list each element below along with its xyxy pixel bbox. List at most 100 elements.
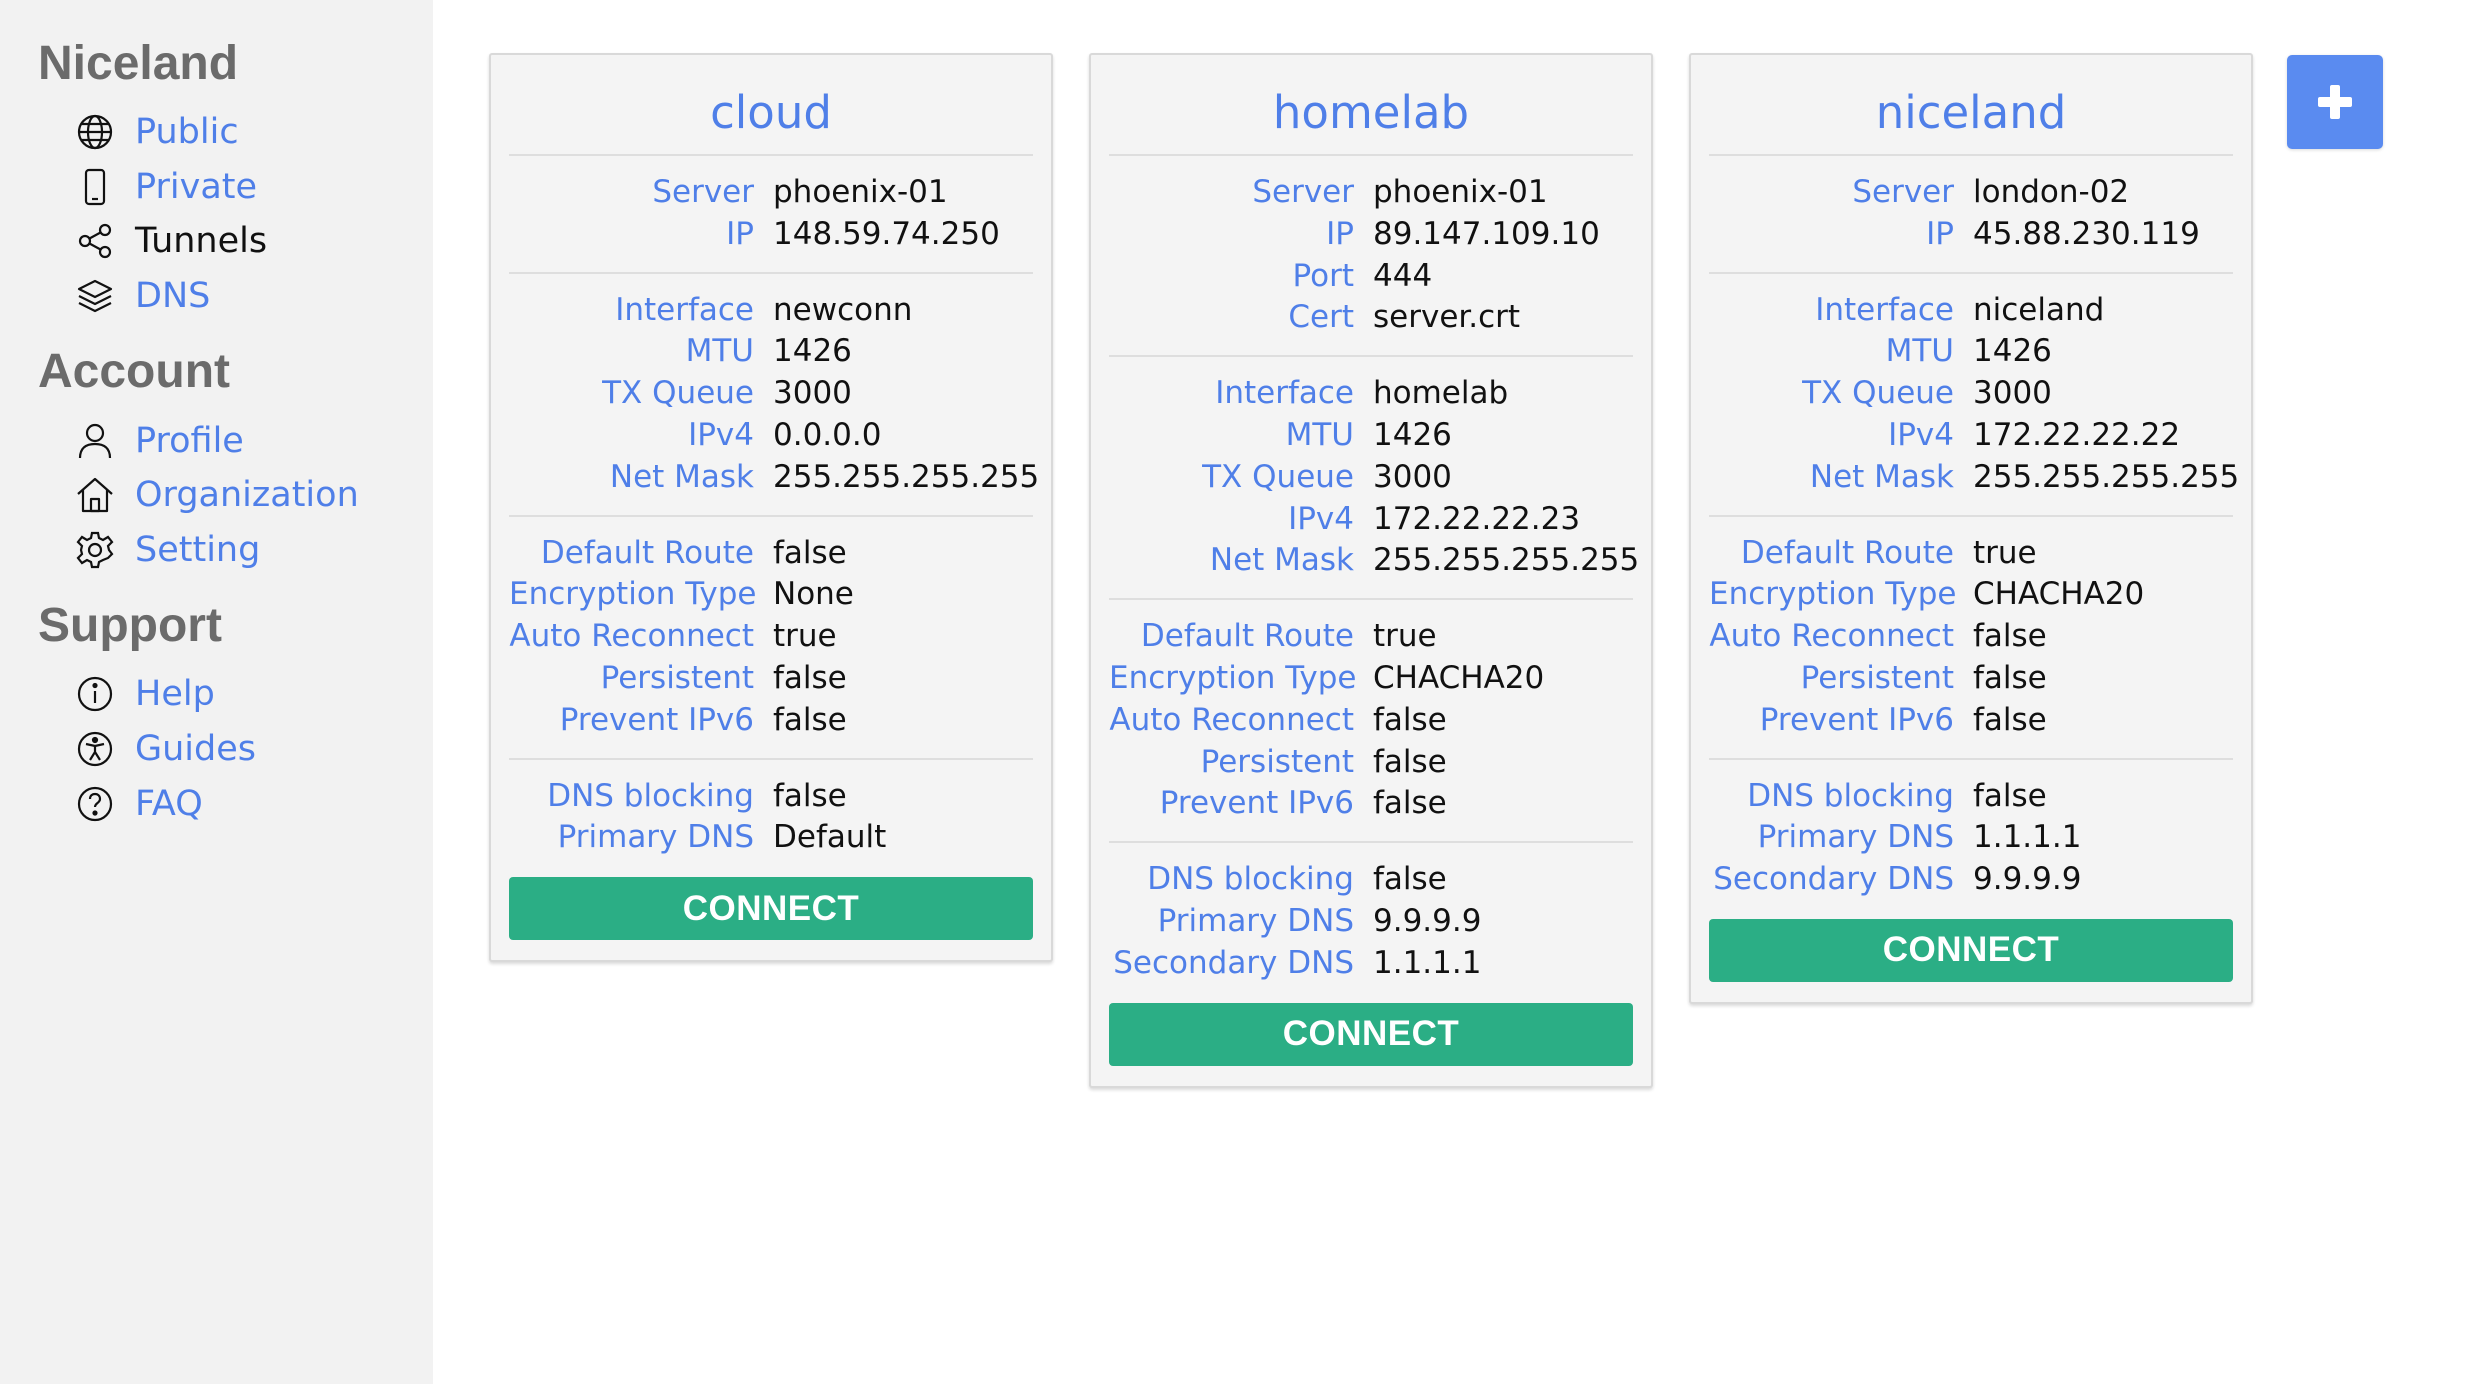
globe-icon <box>75 112 115 152</box>
field-value: 1426 <box>773 333 852 370</box>
field-label: Primary DNS <box>1157 902 1354 939</box>
field-value: 3000 <box>1973 375 2052 412</box>
field-label: Default Route <box>1140 618 1354 655</box>
tunnel-field-row: IP 89.147.109.10 <box>1109 214 1633 256</box>
field-value: 1.1.1.1 <box>1973 819 2082 856</box>
field-label: Encryption Type <box>1109 659 1357 696</box>
tunnel-field-row: Net Mask 255.255.255.255 <box>1709 457 2239 499</box>
tunnel-field-row: Auto Reconnect true <box>509 616 1033 658</box>
field-label: Persistent <box>1800 659 1954 696</box>
tunnel-field-row: TX Queue 3000 <box>509 373 1033 415</box>
support-nav: Help Guides FAQ <box>38 667 433 831</box>
tunnel-field-row: Server phoenix-01 <box>1109 172 1633 214</box>
tunnel-section: DNS blocking false Primary DNS Default <box>509 760 1033 878</box>
field-label: IPv4 <box>1288 500 1354 537</box>
connect-button[interactable]: CONNECT <box>1109 1002 1633 1066</box>
tunnel-field-row: MTU 1426 <box>1709 331 2233 373</box>
field-label: DNS blocking <box>1147 861 1354 898</box>
field-label: Primary DNS <box>1757 819 1954 856</box>
sidebar-item-label: FAQ <box>135 783 203 824</box>
field-value: server.crt <box>1373 299 1521 336</box>
field-label: Default Route <box>540 534 754 571</box>
field-value: false <box>1373 743 1447 780</box>
field-value: homelab <box>1373 375 1509 412</box>
sidebar-item-private[interactable]: Private <box>75 160 433 215</box>
tunnel-field-row: IP 148.59.74.250 <box>509 214 1033 256</box>
field-label: Auto Reconnect <box>1109 701 1354 738</box>
tunnel-field-row: Secondary DNS 9.9.9.9 <box>1709 859 2233 901</box>
tunnel-section: Interface homelab MTU 1426 TX Queue 3000 IPv4 1… <box>1109 357 1639 601</box>
sidebar-item-label: Private <box>135 166 258 207</box>
field-label: Server <box>1852 174 1954 210</box>
connect-button[interactable]: CONNECT <box>509 877 1033 941</box>
tunnel-field-row: DNS blocking false <box>1109 859 1633 901</box>
account-heading: Account <box>38 345 230 399</box>
field-label: DNS blocking <box>1747 777 1954 814</box>
tunnel-field-row: TX Queue 3000 <box>1109 457 1633 499</box>
field-value: false <box>1973 777 2047 814</box>
sidebar-item-organization[interactable]: Organization <box>75 468 433 523</box>
tunnel-section: Default Route true Encryption Type CHACHA20… <box>1709 517 2233 760</box>
share-nodes-icon <box>75 221 115 261</box>
sidebar-item-setting[interactable]: Setting <box>75 523 433 578</box>
field-label: IPv4 <box>1888 416 1954 453</box>
tunnel-field-row: Interface newconn <box>509 290 1033 332</box>
sidebar-item-help[interactable]: Help <box>75 667 433 722</box>
field-value: false <box>1373 701 1447 738</box>
sidebar-item-tunnels[interactable]: Tunnels <box>75 214 433 269</box>
add-tunnel-button[interactable] <box>2287 55 2383 149</box>
account-nav: Profile Organization Setting <box>38 413 433 577</box>
tunnel-field-row: IPv4 172.22.22.23 <box>1109 499 1633 541</box>
field-label: MTU <box>1285 416 1354 453</box>
sidebar-item-profile[interactable]: Profile <box>75 413 433 468</box>
tunnel-section: Server phoenix-01 IP 89.147.109.10 Port 444 Ce… <box>1109 156 1633 358</box>
field-value: true <box>773 618 837 655</box>
field-value: 255.255.255.255 <box>1373 542 1640 579</box>
field-value: false <box>773 534 847 571</box>
field-value: false <box>773 659 847 696</box>
tunnel-field-row: Persistent false <box>1709 658 2233 700</box>
tunnel-field-row: Encryption Type None <box>509 574 1033 616</box>
sidebar-item-dns[interactable]: DNS <box>75 269 433 324</box>
field-label: Cert <box>1288 299 1354 336</box>
field-value: false <box>1973 659 2047 696</box>
sidebar-item-guides[interactable]: Guides <box>75 722 433 777</box>
tunnel-field-row: Server london-02 <box>1709 172 2233 214</box>
tunnel-section: Interface niceland MTU 1426 TX Queue 3000 IPv4… <box>1709 274 2239 517</box>
sidebar: Niceland Public Private Tunnels DNS Account… <box>0 0 433 1384</box>
tunnel-section: DNS blocking false Primary DNS 1.1.1.1 Secon… <box>1709 760 2233 919</box>
field-value: 0.0.0.0 <box>773 416 882 453</box>
field-value: 9.9.9.9 <box>1973 861 2082 898</box>
tunnel-field-row: DNS blocking false <box>1709 776 2233 818</box>
tunnel-field-row: MTU 1426 <box>1109 415 1633 457</box>
field-value: 444 <box>1373 257 1433 294</box>
sidebar-item-faq[interactable]: FAQ <box>75 776 433 831</box>
field-label: TX Queue <box>602 375 754 412</box>
tunnel-title: homelab <box>1109 55 1633 156</box>
field-label: Server <box>652 174 754 210</box>
field-value: false <box>1373 861 1447 898</box>
tunnel-field-row: IP 45.88.230.119 <box>1709 214 2233 256</box>
tunnel-field-row: Default Route true <box>1109 616 1633 658</box>
field-value: 1426 <box>1973 333 2052 370</box>
info-icon <box>75 674 115 714</box>
field-value: false <box>1373 785 1447 822</box>
field-label: Prevent IPv6 <box>1759 701 1954 738</box>
field-value: 255.255.255.255 <box>1973 458 2240 495</box>
plus-icon <box>2315 82 2355 122</box>
field-label: Auto Reconnect <box>509 618 754 655</box>
tunnel-field-row: Encryption Type CHACHA20 <box>1709 574 2233 616</box>
tunnel-field-row: Persistent false <box>509 658 1033 700</box>
field-value: london-02 <box>1973 174 2130 210</box>
field-value: None <box>773 576 854 613</box>
tunnel-field-row: Prevent IPv6 false <box>1109 783 1633 825</box>
tunnel-field-row: Secondary DNS 1.1.1.1 <box>1109 943 1633 985</box>
field-label: Secondary DNS <box>1713 861 1954 898</box>
tunnel-field-row: Persistent false <box>1109 742 1633 784</box>
tunnel-field-row: TX Queue 3000 <box>1709 373 2233 415</box>
field-label: Encryption Type <box>1709 576 1957 613</box>
connect-button[interactable]: CONNECT <box>1709 918 2233 982</box>
tunnel-field-row: Default Route false <box>509 533 1033 575</box>
tunnel-field-row: Auto Reconnect false <box>1709 616 2233 658</box>
sidebar-item-public[interactable]: Public <box>75 105 433 160</box>
